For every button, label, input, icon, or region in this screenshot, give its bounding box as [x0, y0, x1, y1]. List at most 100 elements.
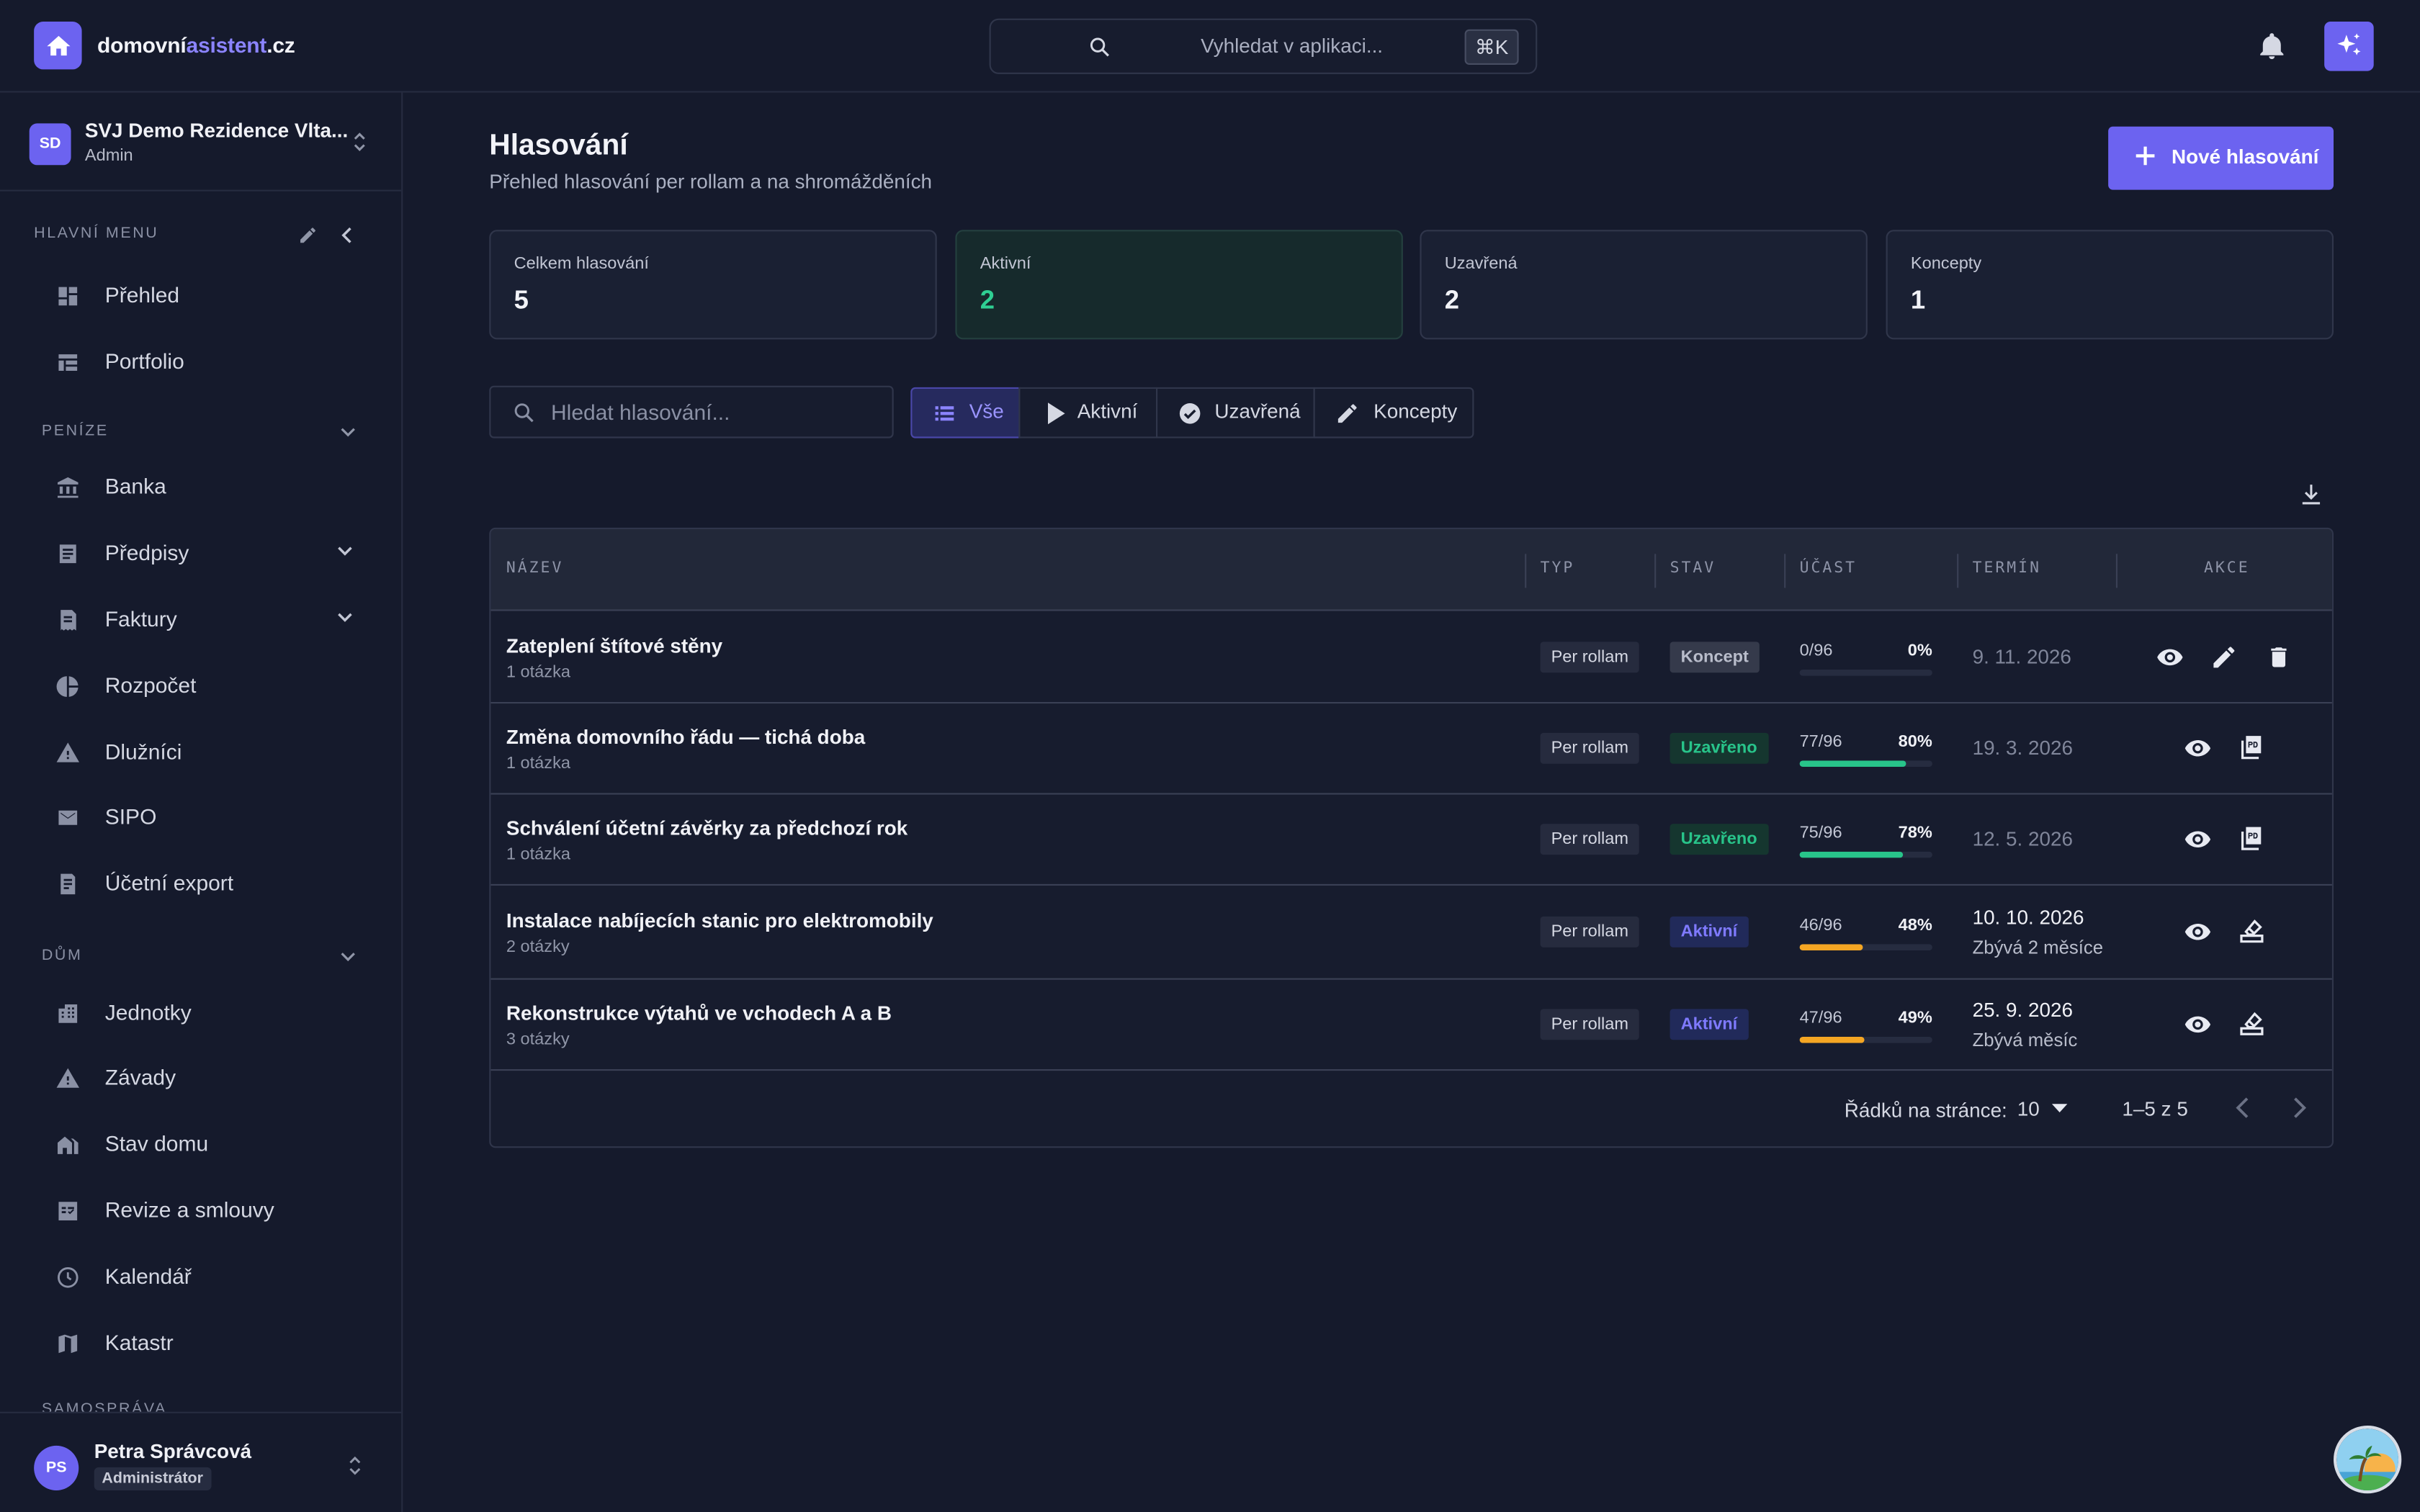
user-profile[interactable]: PS Petra Správcová Administrátor	[0, 1411, 402, 1512]
sidebar-item-dluznici[interactable]: Dlužníci	[34, 725, 377, 780]
deadline-date: 10. 10. 2026	[1972, 905, 2084, 929]
column-divider	[2331, 554, 2332, 588]
rows-per-page-select[interactable]: 10	[2017, 1097, 2040, 1120]
sidebar-item-label: Faktury	[104, 606, 177, 631]
vote-search-input[interactable]: Hledat hlasování...	[489, 385, 894, 438]
sidebar-item-portfolio[interactable]: Portfolio	[34, 335, 377, 390]
sidebar-item-label: Jednotky	[104, 999, 192, 1025]
stat-card-closed: Uzavřená 2	[1420, 230, 1868, 340]
sidebar-item-label: Závady	[104, 1064, 176, 1089]
participation-bar	[1799, 670, 1932, 676]
view-icon[interactable]	[2182, 825, 2213, 853]
deadline-date: 25. 9. 2026	[1972, 998, 2073, 1022]
participation-bar	[1799, 1037, 1932, 1043]
column-header-name[interactable]: NÁZEV	[506, 560, 564, 577]
edit-icon[interactable]	[2210, 644, 2238, 672]
view-icon[interactable]	[2182, 734, 2213, 762]
column-header-participation[interactable]: ÚČAST	[1800, 560, 1857, 577]
status-badge: Koncept	[1670, 642, 1760, 673]
vote-title[interactable]: Schválení účetní závěrky za předchozí ro…	[506, 816, 908, 840]
delete-icon[interactable]	[2266, 644, 2292, 672]
dashboard-icon	[58, 287, 78, 306]
status-badge: Uzavřeno	[1670, 732, 1768, 764]
sidebar-item-banka[interactable]: Banka	[34, 460, 377, 516]
column-divider[interactable]	[2115, 554, 2118, 588]
user-name: Petra Správcová	[94, 1439, 252, 1463]
sidebar-item-predpisy[interactable]: Předpisy	[34, 526, 377, 582]
view-icon[interactable]	[2182, 1011, 2213, 1039]
table-row[interactable]: Rekonstrukce výtahů ve vchodech A a B 3 …	[490, 980, 2332, 1071]
unfold-icon	[349, 1456, 361, 1475]
column-divider[interactable]	[1654, 554, 1657, 588]
pdf-icon[interactable]	[2238, 733, 2266, 762]
participation-percent: 48%	[1898, 916, 1932, 935]
column-divider[interactable]	[1957, 554, 1959, 588]
vote-title[interactable]: Změna domovního řádu — tichá doba	[506, 725, 865, 748]
chevron-down-icon	[338, 546, 352, 556]
download-icon[interactable]	[2298, 482, 2324, 508]
previous-page-icon[interactable]	[2235, 1095, 2250, 1120]
sidebar-item-ucetni-export[interactable]: Účetní export	[34, 856, 377, 912]
table-row[interactable]: Schválení účetní závěrky za předchozí ro…	[490, 795, 2332, 886]
stat-label: Aktivní	[980, 254, 1031, 274]
sidebar-item-prehled[interactable]: Přehled	[34, 269, 377, 324]
column-header-type[interactable]: TYP	[1541, 560, 1575, 577]
type-chip: Per rollam	[1540, 1009, 1639, 1040]
sidebar-item-katastr[interactable]: Katastr	[34, 1316, 377, 1372]
brand-name[interactable]: domovníasistent.cz	[97, 32, 295, 57]
collapse-sidebar-icon[interactable]	[338, 225, 357, 246]
app-search[interactable]: Vyhledat v aplikaci... ⌘K	[989, 18, 1538, 74]
next-page-icon[interactable]	[2292, 1095, 2307, 1120]
view-icon[interactable]	[2182, 918, 2213, 946]
table-row[interactable]: Instalace nabíjecích stanic pro elektrom…	[490, 886, 2332, 980]
chevron-down-icon[interactable]	[339, 950, 357, 963]
sidebar-item-label: Předpisy	[104, 540, 189, 565]
sidebar-item-faktury[interactable]: Faktury	[34, 593, 377, 648]
chevron-down-icon[interactable]	[339, 426, 357, 438]
rows-per-page-label: Řádků na stránce:	[1844, 1098, 2007, 1122]
column-header-status[interactable]: STAV	[1670, 560, 1716, 577]
filter-drafts[interactable]: Koncepty	[1313, 387, 1474, 438]
column-header-deadline[interactable]: TERMÍN	[1973, 560, 2041, 577]
time-remaining: Zbývá měsíc	[1972, 1029, 2078, 1051]
filter-label: Vše	[969, 400, 1004, 423]
map-icon	[58, 1334, 78, 1354]
bell-icon[interactable]	[2257, 31, 2287, 62]
new-vote-label: Nové hlasování	[2172, 145, 2319, 168]
sidebar-item-rozpocet[interactable]: Rozpočet	[34, 659, 377, 714]
table-row[interactable]: Změna domovního řádu — tichá doba 1 otáz…	[490, 703, 2332, 795]
edit-menu-icon[interactable]	[298, 225, 318, 246]
ai-assistant-button[interactable]	[2324, 22, 2374, 71]
new-vote-button[interactable]: Nové hlasování	[2108, 126, 2334, 190]
vote-ballot-icon[interactable]	[2238, 917, 2266, 946]
stat-value: 2	[1444, 285, 1460, 315]
support-widget[interactable]	[2334, 1425, 2402, 1494]
sidebar-item-kalendar[interactable]: Kalendář	[34, 1250, 377, 1305]
filter-all[interactable]: Vše	[910, 387, 1021, 438]
organization-switcher[interactable]: SD SVJ Demo Rezidence Vlta... Admin	[0, 93, 402, 192]
table-row[interactable]: Zateplení štítové stěny 1 otázka Per rol…	[490, 613, 2332, 704]
filter-active[interactable]: Aktivní	[1018, 387, 1158, 438]
filter-closed[interactable]: Uzavřená	[1156, 387, 1315, 438]
sidebar-item-label: Účetní export	[104, 870, 234, 895]
column-divider[interactable]	[1784, 554, 1786, 588]
participation-bar	[1799, 944, 1932, 950]
caret-down-icon[interactable]	[2051, 1103, 2069, 1114]
participation-count: 46/96	[1799, 916, 1842, 935]
column-divider[interactable]	[1525, 554, 1527, 588]
vote-title[interactable]: Rekonstrukce výtahů ve vchodech A a B	[506, 1002, 892, 1025]
sidebar-item-sipo[interactable]: SIPO	[34, 790, 377, 845]
vote-title[interactable]: Zateplení štítové stěny	[506, 634, 722, 657]
sidebar-item-jednotky[interactable]: Jednotky	[34, 986, 377, 1041]
stat-card-drafts: Koncepty 1	[1886, 230, 2334, 340]
view-icon[interactable]	[2154, 644, 2185, 672]
home-logo[interactable]	[34, 22, 82, 70]
vote-title[interactable]: Instalace nabíjecích stanic pro elektrom…	[506, 909, 933, 932]
sidebar-item-zavady[interactable]: Závady	[34, 1050, 377, 1106]
vote-ballot-icon[interactable]	[2238, 1009, 2266, 1038]
sidebar-item-revize[interactable]: Revize a smlouvy	[34, 1184, 377, 1239]
sidebar-item-stav-domu[interactable]: Stav domu	[34, 1117, 377, 1172]
type-chip: Per rollam	[1540, 732, 1639, 764]
pdf-icon[interactable]	[2238, 824, 2266, 853]
warning-icon	[56, 1068, 79, 1088]
